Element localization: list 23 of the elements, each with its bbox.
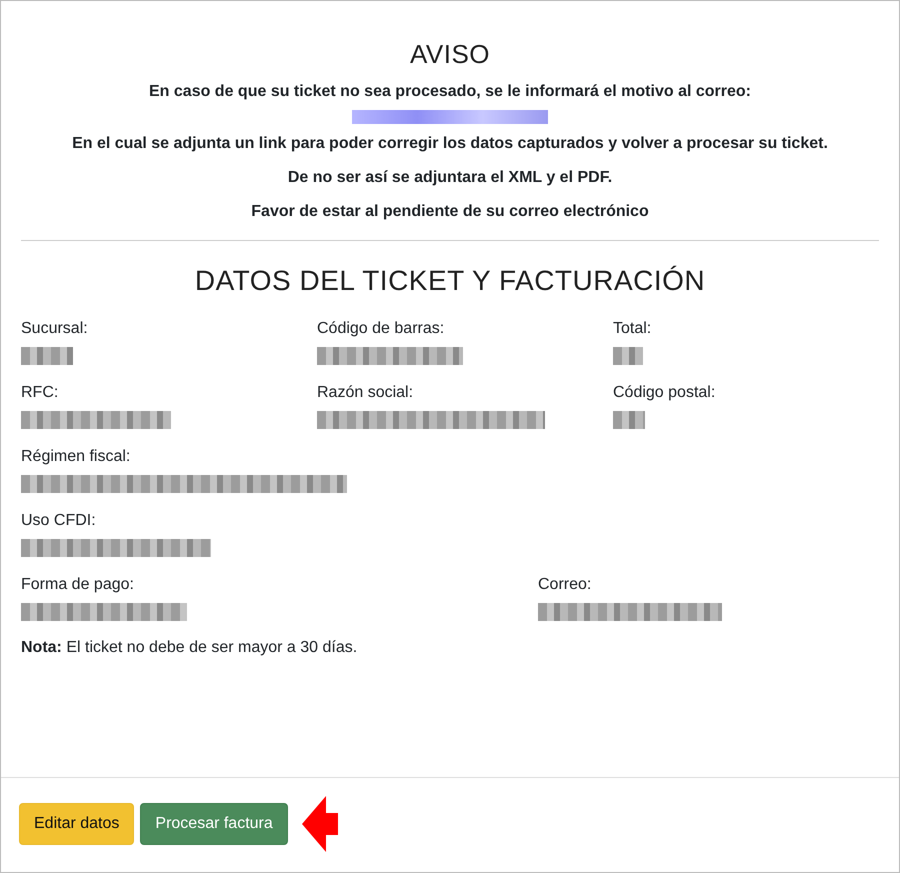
edit-button[interactable]: Editar datos	[19, 803, 134, 845]
process-button[interactable]: Procesar factura	[140, 803, 288, 845]
arrow-icon	[302, 796, 338, 852]
redacted-value	[21, 347, 73, 365]
field-label: Sucursal:	[21, 319, 88, 339]
notice-text: De no ser así se adjuntara el XML y el PDF.	[286, 168, 614, 188]
field-label: RFC:	[21, 383, 58, 403]
field-label: Uso CFDI:	[21, 511, 96, 531]
notice-text: En caso de que su ticket no sea procesado, se le informará el motivo al correo:	[148, 82, 752, 102]
field-label: Correo:	[538, 575, 592, 595]
notice-title: AVISO	[408, 39, 492, 70]
field-label: Código de barras:	[317, 319, 444, 339]
note-text: Nota: El ticket no debe de ser mayor a 30 días.	[21, 639, 358, 657]
field-label: Total:	[613, 319, 652, 339]
field-label: Razón social:	[317, 383, 414, 403]
notice-text: Favor de estar al pendiente de su correo electrónico	[250, 202, 650, 222]
field-label: Forma de pago:	[21, 575, 134, 595]
section-title: DATOS DEL TICKET Y FACTURACIÓN	[194, 265, 706, 297]
redacted-value	[613, 347, 643, 365]
field-label: Régimen fiscal:	[21, 447, 130, 467]
field-label: Código postal:	[613, 383, 716, 403]
notice-text: En el cual se adjunta un link para poder corregir los datos capturados y volver a procesar su ticket.	[71, 134, 829, 154]
redacted-value	[613, 411, 645, 429]
